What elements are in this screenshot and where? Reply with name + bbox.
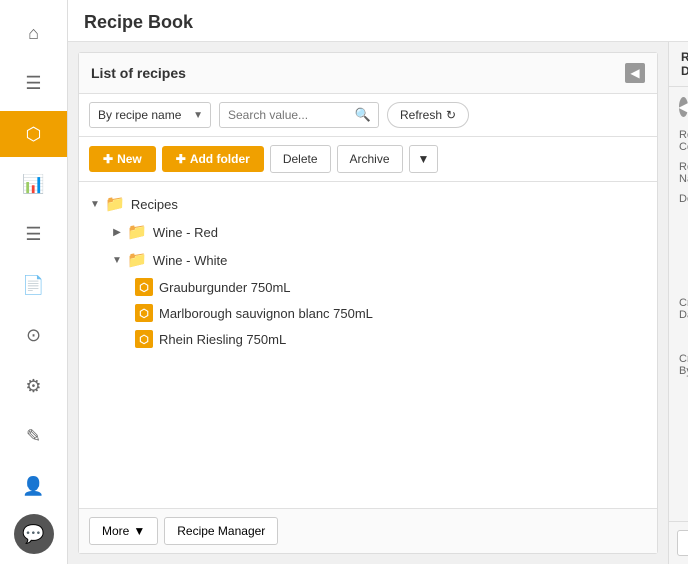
- recipe-manager-button[interactable]: Recipe Manager: [164, 517, 278, 545]
- archive-button[interactable]: Archive: [337, 145, 403, 173]
- refresh-button[interactable]: Refresh ↻: [387, 102, 469, 128]
- more-actions-dropdown[interactable]: ▼: [409, 145, 439, 173]
- recipe-icon-grauburgunder: ⬡: [135, 278, 153, 296]
- page-title: Recipe Book: [84, 12, 193, 32]
- circle-icon: ⊙: [26, 325, 41, 346]
- sidebar-item-settings-user[interactable]: ⚙: [0, 363, 67, 409]
- delete-button[interactable]: Delete: [270, 145, 331, 173]
- tree-item-wine-white[interactable]: ▼ 📁 Wine - White: [79, 246, 657, 274]
- list-panel-header: List of recipes ◀: [79, 53, 657, 94]
- delete-label: Delete: [283, 152, 318, 166]
- tree-item-wine-red[interactable]: ▶ 📁 Wine - Red: [79, 218, 657, 246]
- list-panel-title: List of recipes: [91, 65, 186, 81]
- new-button[interactable]: ✚ New: [89, 146, 156, 172]
- analytics-icon: 📊: [22, 174, 44, 195]
- folder-icon-wine-red: 📁: [127, 222, 147, 242]
- sidebar-item-recipe-book[interactable]: ⬡: [0, 111, 67, 157]
- more-button[interactable]: More ▼: [89, 517, 158, 545]
- recipe-book-icon: ⬡: [26, 124, 42, 145]
- folder-icon-root: 📁: [105, 194, 125, 214]
- tree-label-wine-red: Wine - Red: [153, 225, 218, 240]
- list-icon: ☰: [25, 73, 41, 94]
- tree-toggle-wine-red: ▶: [109, 227, 125, 238]
- tree-item-grauburgunder[interactable]: ⬡ Grauburgunder 750mL: [79, 274, 657, 300]
- tree-toggle-root: ▼: [87, 199, 103, 210]
- main-content: Recipe Book List of recipes ◀ By recipe …: [68, 0, 688, 564]
- document-icon: 📄: [22, 275, 44, 296]
- bottom-bar: More ▼ Recipe Manager: [79, 508, 657, 553]
- filter-toolbar: By recipe name By category By date ▼ 🔍 R…: [79, 94, 657, 137]
- chat-button[interactable]: 💬: [14, 514, 54, 554]
- sidebar-item-edit[interactable]: ✎: [0, 413, 67, 459]
- recipe-manager-label: Recipe Manager: [177, 524, 265, 538]
- content-area: List of recipes ◀ By recipe name By cate…: [68, 42, 688, 564]
- right-panel-content: ◀ Reci Recipe Code Recipe Nam Descriptio…: [669, 87, 688, 521]
- tree-item-marlborough[interactable]: ⬡ Marlborough sauvignon blanc 750mL: [79, 300, 657, 326]
- search-wrapper: 🔍: [219, 102, 379, 128]
- right-panel: Recipe Details ◀ Reci Recipe Code Recipe…: [668, 42, 688, 564]
- sidebar-item-list[interactable]: ☰: [0, 60, 67, 106]
- recipe-section-icon: ◀: [679, 97, 688, 117]
- list-panel: List of recipes ◀ By recipe name By cate…: [78, 52, 658, 554]
- folder-icon-wine-white: 📁: [127, 250, 147, 270]
- edit-icon: ✎: [26, 426, 41, 447]
- filter-select-wrapper: By recipe name By category By date ▼: [89, 102, 211, 128]
- sidebar-item-home[interactable]: ⌂: [0, 10, 67, 56]
- plus-icon: ✚: [103, 152, 113, 166]
- chevron-down-icon: ▼: [418, 152, 430, 166]
- recipe-icon-rhein: ⬡: [135, 330, 153, 348]
- sidebar-item-menu2[interactable]: ☰: [0, 212, 67, 258]
- sidebar-item-user[interactable]: 👤: [0, 464, 67, 510]
- tree-label-rhein: Rhein Riesling 750mL: [159, 332, 286, 347]
- more-label: More: [102, 524, 129, 538]
- add-folder-plus-icon: ✚: [176, 152, 186, 166]
- settings-user-icon: ⚙: [25, 376, 41, 397]
- new-label: New: [117, 152, 142, 166]
- tree-label-marlborough: Marlborough sauvignon blanc 750mL: [159, 306, 373, 321]
- tree-label-grauburgunder: Grauburgunder 750mL: [159, 280, 291, 295]
- refresh-icon: ↻: [446, 108, 456, 122]
- sidebar-item-circle[interactable]: ⊙: [0, 312, 67, 358]
- filter-select[interactable]: By recipe name By category By date: [89, 102, 211, 128]
- tree-item-rhein[interactable]: ⬡ Rhein Riesling 750mL: [79, 326, 657, 352]
- menu2-icon: ☰: [25, 224, 41, 245]
- page-header: Recipe Book: [68, 0, 688, 42]
- right-panel-footer: Save as Stock I: [669, 521, 688, 564]
- more-chevron-icon: ▼: [133, 524, 145, 538]
- sidebar-item-document[interactable]: 📄: [0, 262, 67, 308]
- collapse-button[interactable]: ◀: [625, 63, 645, 83]
- tree-container: ▼ 📁 Recipes ▶ 📁 Wine - Red ▼ 📁 Wine - Wh…: [79, 182, 657, 508]
- add-folder-label: Add folder: [190, 152, 250, 166]
- sidebar: ⌂ ☰ ⬡ 📊 ☰ 📄 ⊙ ⚙ ✎ 👤 💬: [0, 0, 68, 564]
- tree-label-wine-white: Wine - White: [153, 253, 227, 268]
- recipe-icon-marlborough: ⬡: [135, 304, 153, 322]
- tree-label-root: Recipes: [131, 197, 178, 212]
- user-icon: 👤: [22, 476, 44, 497]
- archive-label: Archive: [350, 152, 390, 166]
- tree-item-recipes-root[interactable]: ▼ 📁 Recipes: [79, 190, 657, 218]
- home-icon: ⌂: [28, 23, 39, 44]
- tree-toggle-wine-white: ▼: [109, 255, 125, 266]
- search-input[interactable]: [219, 102, 379, 128]
- sidebar-item-analytics[interactable]: 📊: [0, 161, 67, 207]
- right-panel-tabs: Recipe Details: [669, 42, 688, 87]
- save-as-stock-button[interactable]: Save as Stock I: [677, 530, 688, 556]
- tab-recipe-details[interactable]: Recipe Details: [669, 42, 688, 86]
- add-folder-button[interactable]: ✚ Add folder: [162, 146, 264, 172]
- action-toolbar: ✚ New ✚ Add folder Delete Archive ▼: [79, 137, 657, 182]
- sidebar-bottom: 💬: [0, 514, 67, 564]
- chat-icon: 💬: [22, 524, 44, 545]
- refresh-label: Refresh: [400, 108, 442, 122]
- tab-recipe-details-label: Recipe Details: [681, 50, 688, 78]
